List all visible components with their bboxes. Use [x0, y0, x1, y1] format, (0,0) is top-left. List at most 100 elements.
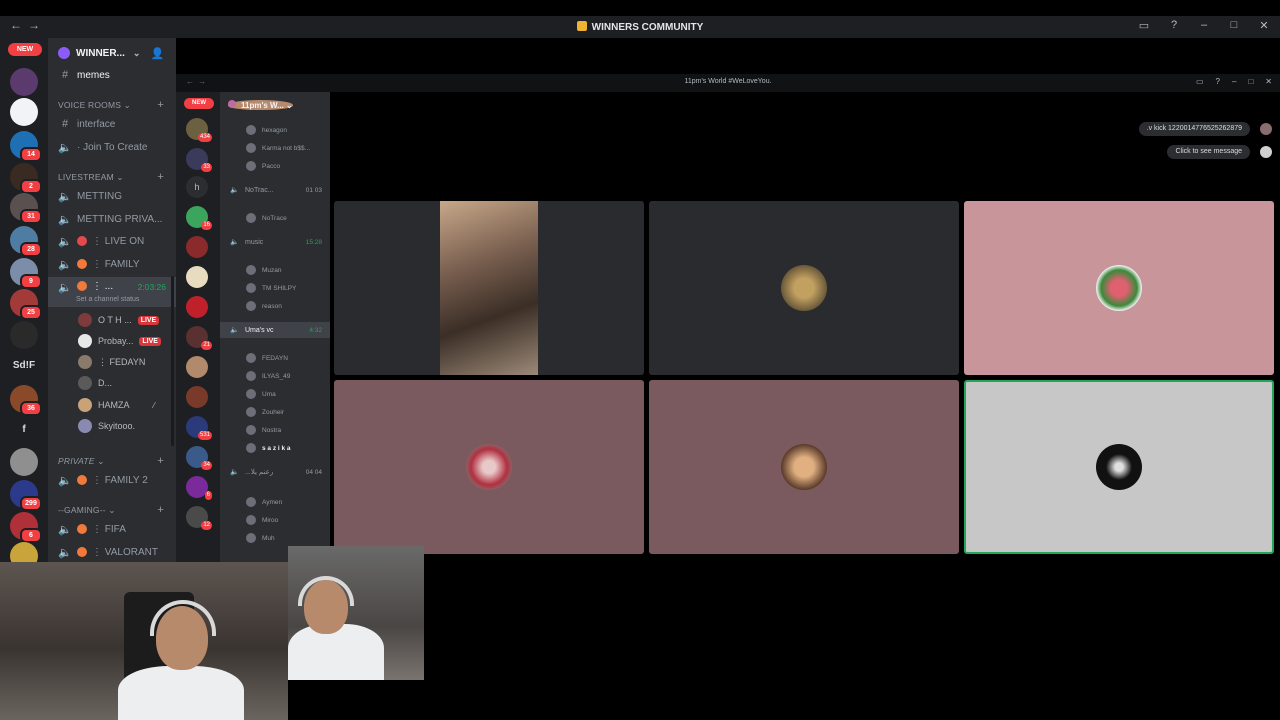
- voice-user[interactable]: Probay... LIVE: [78, 331, 161, 351]
- voice-user[interactable]: O T H ... LIVE: [78, 310, 160, 330]
- invite-icon[interactable]: 👤: [150, 47, 164, 60]
- channel-interface[interactable]: # interface: [48, 114, 176, 134]
- chat-notification: Click to see message: [1167, 145, 1250, 159]
- server-icon[interactable]: 6: [10, 512, 42, 543]
- voice-user: hexagon: [246, 122, 287, 138]
- stream-titlebar: ←→ 11pm's World #WeLoveYou. ▭? – □ ✕: [176, 74, 1280, 92]
- server-icon[interactable]: 28: [10, 226, 42, 257]
- close-icon[interactable]: ✕: [1256, 19, 1272, 32]
- voice-user: Miroo: [246, 512, 278, 528]
- voice-user[interactable]: D...: [78, 373, 112, 393]
- speaker-icon: 🔈: [58, 282, 72, 294]
- add-channel-icon[interactable]: +: [157, 99, 164, 111]
- speaker-icon: 🔈: [58, 213, 72, 226]
- avatar: [78, 419, 92, 433]
- avatar: [78, 376, 92, 390]
- server-icon[interactable]: 14: [10, 131, 42, 162]
- channel-join-to-create[interactable]: 🔈 · Join To Create: [48, 137, 176, 157]
- voice-user[interactable]: ⋮ FEDAYN: [78, 352, 145, 372]
- server-icon[interactable]: 299: [10, 480, 42, 511]
- channel-metting[interactable]: 🔈 METTING: [48, 186, 176, 206]
- voice-user: Nostra: [246, 422, 281, 438]
- set-channel-status[interactable]: Set a channel status: [76, 296, 139, 303]
- server-icon[interactable]: [10, 68, 38, 96]
- avatar: [246, 301, 256, 311]
- category-voice-rooms[interactable]: VOICE ROOMS ⌄ +: [48, 95, 176, 115]
- voice-user[interactable]: Skyitooo.: [78, 416, 135, 436]
- speaker-icon: 🔈: [58, 235, 72, 248]
- webcam-overlay: [0, 562, 288, 720]
- channel-live-on[interactable]: 🔈 ⋮ LIVE ON: [48, 231, 176, 251]
- hash-icon: #: [61, 118, 69, 130]
- avatar: [246, 265, 256, 275]
- live-badge: LIVE: [137, 315, 160, 325]
- server-icon[interactable]: [10, 98, 38, 126]
- channel-family-2[interactable]: 🔈 ⋮ FAMILY 2: [48, 470, 176, 490]
- channel-metting-private[interactable]: 🔈 METTING PRIVA...: [48, 209, 176, 229]
- server-icon[interactable]: f: [10, 416, 38, 444]
- video-tile: [334, 201, 644, 375]
- stream-channel: 🔈 ...رعنم يلا 04 04: [230, 468, 322, 477]
- channel-memes[interactable]: # memes: [48, 65, 176, 85]
- speaker-icon: 🔈: [58, 190, 72, 203]
- guild-icon: [58, 47, 70, 59]
- category-gaming[interactable]: --GAMING-- ⌄ +: [48, 500, 176, 520]
- video-tile: [964, 201, 1274, 375]
- voice-user: FEDAYN: [246, 350, 288, 366]
- speaker-icon: 🔈: [230, 327, 239, 334]
- guild-icon: [228, 100, 236, 108]
- new-badge: NEW: [184, 98, 214, 109]
- stream-channel-list: 11pm's W... ⌄ hexagon Karma not b$$... P…: [220, 92, 330, 568]
- scrollbar[interactable]: [171, 276, 174, 446]
- stream-window-controls: ▭? – □ ✕: [1196, 77, 1272, 86]
- shirt: [118, 666, 244, 720]
- server-icon[interactable]: [10, 321, 38, 349]
- server-icon[interactable]: [10, 448, 38, 476]
- avatar: [246, 353, 256, 363]
- guild-header[interactable]: WINNER... ⌄ 👤: [48, 38, 176, 68]
- server-icon: [186, 266, 208, 288]
- inbox-icon: ▭: [1195, 77, 1204, 86]
- voice-user: Uma: [246, 386, 276, 402]
- video-tile: [649, 201, 959, 375]
- server-icon[interactable]: 9: [10, 258, 42, 289]
- server-icon: 33: [186, 148, 212, 172]
- server-icon: [186, 386, 208, 408]
- add-channel-icon[interactable]: +: [157, 504, 164, 516]
- speaker-icon: 🔈: [230, 469, 239, 476]
- add-channel-icon[interactable]: +: [157, 171, 164, 183]
- voice-user[interactable]: HAMZA ⁄: [78, 395, 155, 415]
- avatar: [246, 407, 256, 417]
- channel-valorant[interactable]: 🔈 ⋮ VALORANT: [48, 542, 176, 562]
- voice-user: ILYAS_49: [246, 368, 290, 384]
- category-private[interactable]: PRIVATE ⌄ +: [48, 451, 176, 471]
- avatar: [246, 533, 256, 543]
- status-dot: [77, 524, 87, 534]
- window-title: WINNERS COMMUNITY: [0, 21, 1280, 33]
- minimize-icon[interactable]: –: [1196, 19, 1212, 32]
- call-timer: 2:03:26: [137, 282, 166, 292]
- server-icon[interactable]: 31: [10, 193, 42, 224]
- hash-icon: #: [61, 69, 69, 81]
- avatar: [246, 425, 256, 435]
- server-icon[interactable]: Sd!F: [10, 352, 38, 380]
- voice-user: Karma not b$$...: [246, 140, 310, 156]
- help-icon[interactable]: ?: [1166, 19, 1182, 32]
- server-logo-icon: [576, 21, 587, 31]
- inbox-icon[interactable]: ▭: [1136, 19, 1152, 32]
- speaker-icon: 🔈: [58, 523, 72, 536]
- server-icon[interactable]: 25: [10, 289, 42, 320]
- close-icon: ✕: [1265, 77, 1272, 86]
- category-livestream[interactable]: LIVESTREAM ⌄ +: [48, 167, 176, 187]
- channel-fifa[interactable]: 🔈 ⋮ FIFA: [48, 519, 176, 539]
- server-icon[interactable]: 2: [10, 163, 42, 194]
- server-icon: h: [186, 176, 208, 198]
- maximize-icon[interactable]: □: [1226, 19, 1242, 32]
- avatar: [246, 515, 256, 525]
- channel-family[interactable]: 🔈 ⋮ FAMILY: [48, 254, 176, 274]
- add-channel-icon[interactable]: +: [157, 455, 164, 467]
- channel-sidebar: WINNER... ⌄ 👤 # memes VOICE ROOMS ⌄ + # int…: [48, 38, 176, 568]
- server-icon[interactable]: 36: [10, 385, 42, 416]
- video-tile: [334, 380, 644, 554]
- server-icon: [186, 296, 208, 318]
